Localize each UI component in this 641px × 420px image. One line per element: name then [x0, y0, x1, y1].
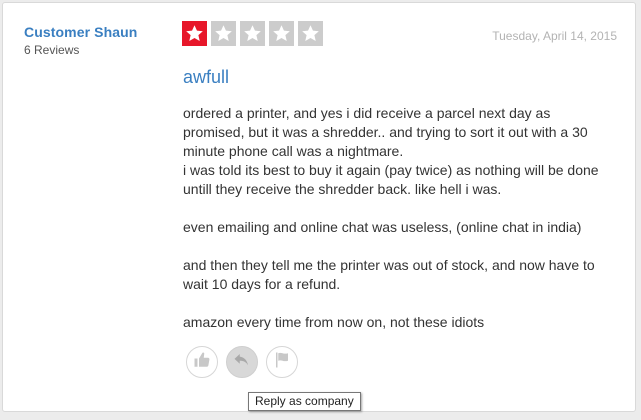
star-3	[240, 21, 265, 46]
flag-icon	[273, 351, 291, 374]
star-4	[269, 21, 294, 46]
review-card: Customer Shaun 6 Reviews Tuesday, April …	[2, 2, 636, 412]
review-body: ordered a printer, and yes i did receive…	[183, 104, 613, 351]
review-date: Tuesday, April 14, 2015	[492, 29, 617, 43]
star-rating	[182, 21, 323, 46]
star-1	[182, 21, 207, 46]
flag-button[interactable]	[266, 346, 298, 378]
reviewer-review-count: 6 Reviews	[24, 43, 80, 57]
review-paragraph: and then they tell me the printer was ou…	[183, 257, 595, 292]
review-title: awfull	[183, 67, 230, 87]
review-paragraph: ordered a printer, and yes i did receive…	[183, 105, 588, 159]
reply-arrow-icon	[233, 351, 251, 374]
review-paragraph: even emailing and online chat was useles…	[183, 219, 582, 235]
reviewer-name[interactable]: Customer Shaun	[24, 24, 137, 40]
reply-tooltip: Reply as company	[248, 392, 361, 411]
star-5	[298, 21, 323, 46]
like-button[interactable]	[186, 346, 218, 378]
star-2	[211, 21, 236, 46]
reply-as-company-button[interactable]	[226, 346, 258, 378]
review-paragraph: amazon every time from now on, not these…	[183, 314, 485, 330]
thumbs-up-icon	[193, 351, 211, 374]
review-paragraph: i was told its best to buy it again (pay…	[183, 162, 599, 197]
review-actions	[186, 346, 298, 378]
